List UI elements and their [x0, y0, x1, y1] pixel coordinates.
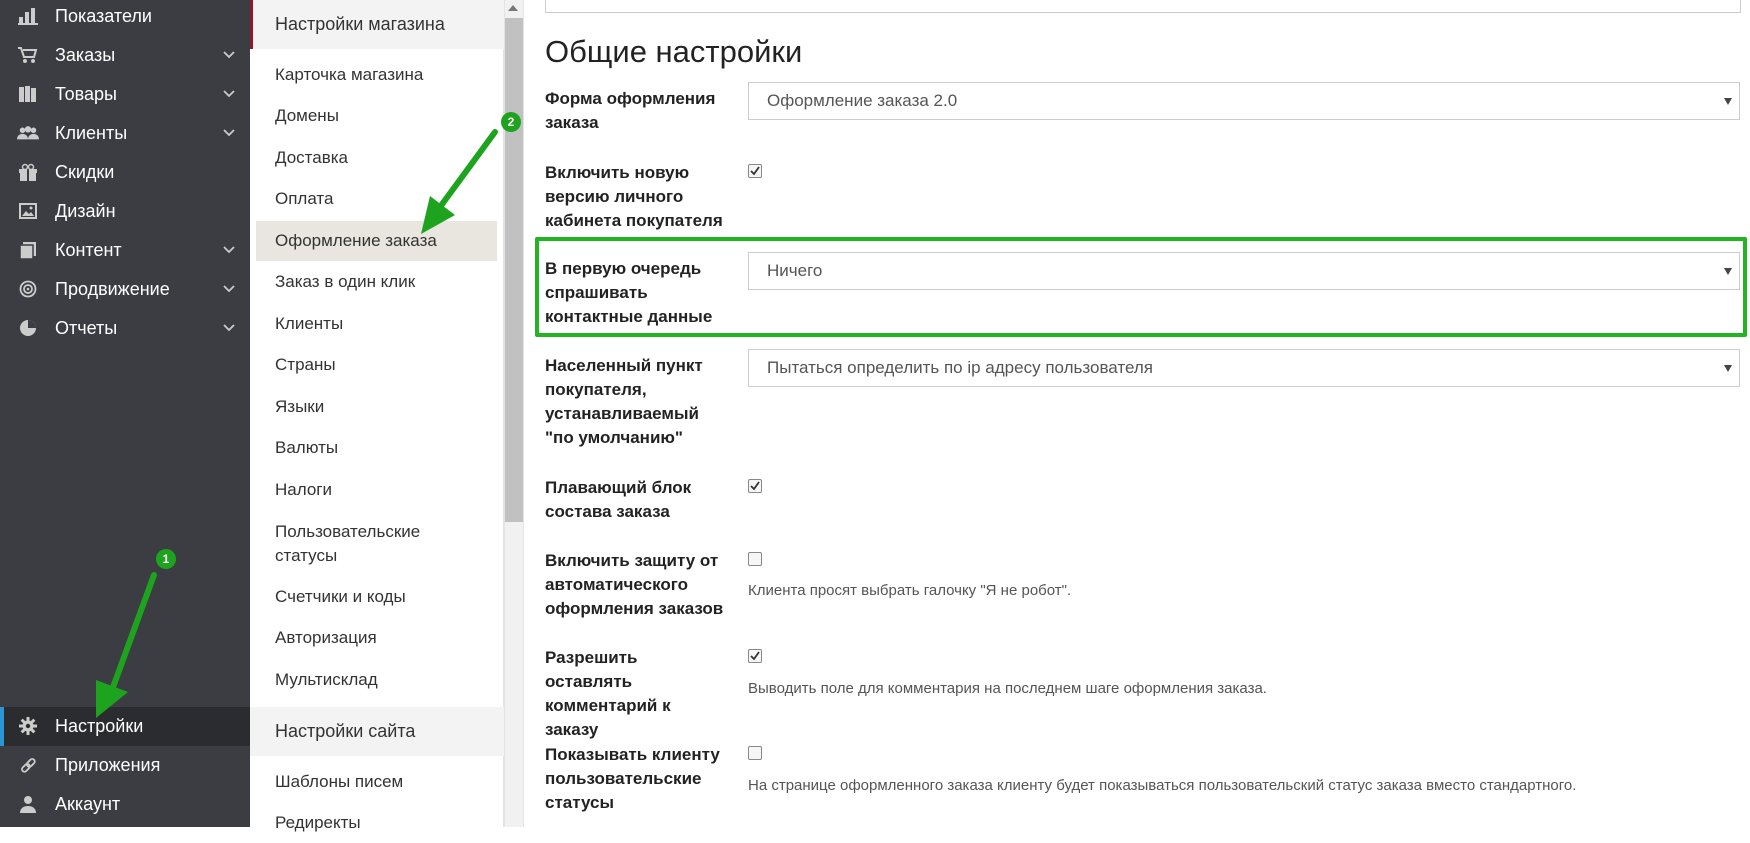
- robot-protection-checkbox[interactable]: [748, 552, 762, 566]
- sidebar-item-label: Клиенты: [55, 123, 128, 143]
- sidebar-item-label: Аккаунт: [55, 794, 121, 814]
- locality-label: Населенный пункт покупателя, устанавлива…: [545, 356, 703, 447]
- sidebar-item-products[interactable]: Товары: [0, 75, 250, 114]
- pie-chart-icon: [17, 318, 39, 338]
- link-icon: [17, 755, 39, 775]
- settings-subnav: Настройки магазина Карточка магазина Дом…: [250, 0, 504, 832]
- subnav-item-domains[interactable]: Домены: [256, 96, 497, 136]
- gear-icon: [17, 716, 39, 736]
- checkmark-icon: [750, 166, 760, 176]
- sidebar-item-discounts[interactable]: Скидки: [0, 153, 250, 192]
- subnav-item-taxes[interactable]: Налоги: [256, 470, 497, 510]
- target-icon: [17, 279, 39, 299]
- subnav-item-checkout[interactable]: Оформление заказа: [256, 221, 497, 261]
- sidebar-item-orders[interactable]: Заказы: [0, 36, 250, 75]
- subnav-item-payment[interactable]: Оплата: [256, 179, 497, 219]
- dropdown-arrow-icon: [1724, 98, 1732, 105]
- annotation-badge-1: 1: [156, 549, 176, 569]
- main-content: Общие настройки Форма оформления заказа …: [524, 0, 1750, 827]
- sidebar-item-apps[interactable]: Приложения: [0, 746, 250, 785]
- scroll-up-arrow-icon[interactable]: [508, 5, 518, 11]
- sidebar-item-promotion[interactable]: Продвижение: [0, 270, 250, 309]
- allow-comment-hint: Выводить поле для комментария на последн…: [748, 680, 1267, 697]
- user-icon: [17, 794, 39, 814]
- sidebar-item-account[interactable]: Аккаунт: [0, 785, 250, 824]
- sidebar-item-label: Заказы: [55, 45, 116, 65]
- sidebar-item-label: Товары: [55, 84, 117, 104]
- robot-protection-hint: Клиента просят выбрать галочку "Я не роб…: [748, 582, 1072, 599]
- books-icon: [17, 84, 39, 104]
- floating-block-checkbox[interactable]: [748, 479, 762, 493]
- sidebar-item-label: Показатели: [55, 6, 152, 26]
- page-title: Общие настройки: [545, 34, 803, 69]
- sidebar-item-customers[interactable]: Клиенты: [0, 114, 250, 153]
- subnav-item-store-card[interactable]: Карточка магазина: [256, 55, 497, 95]
- checkout-form-select[interactable]: Оформление заказа 2.0: [748, 82, 1740, 120]
- image-icon: [17, 201, 39, 221]
- cart-icon: [17, 45, 39, 65]
- new-account-label: Включить новую версию личного кабинета п…: [545, 163, 723, 230]
- floating-block-label: Плавающий блок состава заказа: [545, 478, 692, 521]
- select-value: Пытаться определить по ip адресу пользов…: [767, 358, 1153, 377]
- main-sidebar: Показатели Заказы Товары Клиенты Скидки …: [0, 0, 250, 827]
- highlight-box: [535, 237, 1747, 337]
- checkmark-icon: [750, 651, 760, 661]
- select-value: Оформление заказа 2.0: [767, 91, 958, 110]
- new-account-checkbox[interactable]: [748, 164, 762, 178]
- sidebar-item-label: Отчеты: [55, 318, 118, 338]
- chevron-down-icon: [223, 90, 235, 98]
- store-settings-header[interactable]: Настройки магазина: [250, 0, 504, 49]
- sidebar-item-content[interactable]: Контент: [0, 231, 250, 270]
- subnav-item-multistock[interactable]: Мультисклад: [256, 660, 497, 700]
- subnav-item-currencies[interactable]: Валюты: [256, 428, 497, 468]
- sidebar-item-label: Настройки: [55, 716, 144, 736]
- pages-icon: [17, 240, 39, 260]
- chevron-down-icon: [223, 285, 235, 293]
- checkout-form-label: Форма оформления заказа: [545, 89, 716, 132]
- sidebar-item-label: Дизайн: [55, 201, 116, 221]
- bar-chart-icon: [17, 6, 39, 26]
- sidebar-item-dashboard[interactable]: Показатели: [0, 0, 250, 36]
- annotation-badge-2: 2: [501, 112, 521, 132]
- subnav-item-countries[interactable]: Страны: [256, 345, 497, 385]
- sidebar-item-settings[interactable]: Настройки: [0, 707, 250, 746]
- sidebar-item-label: Продвижение: [55, 279, 170, 299]
- site-settings-header[interactable]: Настройки сайта: [250, 707, 504, 756]
- subnav-item-one-click[interactable]: Заказ в один клик: [256, 262, 497, 302]
- subnav-item-delivery[interactable]: Доставка: [256, 138, 497, 178]
- sidebar-item-label: Скидки: [55, 162, 115, 182]
- allow-comment-label: Разрешить оставлять комментарий к заказу: [545, 648, 671, 739]
- subnav-item-authorization[interactable]: Авторизация: [256, 618, 497, 658]
- chevron-down-icon: [223, 324, 235, 332]
- gift-icon: [17, 162, 39, 182]
- subnav-item-customers[interactable]: Клиенты: [256, 304, 497, 344]
- dropdown-arrow-icon: [1724, 365, 1732, 372]
- subnav-item-counters[interactable]: Счетчики и коды: [256, 577, 497, 617]
- allow-comment-checkbox[interactable]: [748, 649, 762, 663]
- subnav-scrollbar-thumb[interactable]: [505, 18, 523, 522]
- chevron-down-icon: [223, 51, 235, 59]
- locality-select[interactable]: Пытаться определить по ip адресу пользов…: [748, 349, 1740, 387]
- chevron-down-icon: [223, 129, 235, 137]
- sidebar-item-label: Контент: [55, 240, 122, 260]
- robot-protection-label: Включить защиту от автоматического оформ…: [545, 551, 724, 618]
- custom-statuses-label: Показывать клиенту пользовательские стат…: [545, 745, 720, 812]
- chevron-down-icon: [223, 246, 235, 254]
- previous-field[interactable]: [545, 0, 1741, 13]
- subnav-item-languages[interactable]: Языки: [256, 387, 497, 427]
- subnav-item-redirects[interactable]: Редиректы: [256, 803, 497, 843]
- custom-statuses-hint: На странице оформленного заказа клиенту …: [748, 777, 1577, 794]
- sidebar-item-reports[interactable]: Отчеты: [0, 309, 250, 348]
- users-icon: [17, 123, 39, 143]
- custom-statuses-checkbox[interactable]: [748, 746, 762, 760]
- sidebar-item-design[interactable]: Дизайн: [0, 192, 250, 231]
- sidebar-item-label: Приложения: [55, 755, 161, 775]
- subnav-item-custom-statuses[interactable]: Пользовательские статусы: [256, 516, 456, 568]
- checkmark-icon: [750, 481, 760, 491]
- subnav-item-email-templates[interactable]: Шаблоны писем: [256, 762, 497, 802]
